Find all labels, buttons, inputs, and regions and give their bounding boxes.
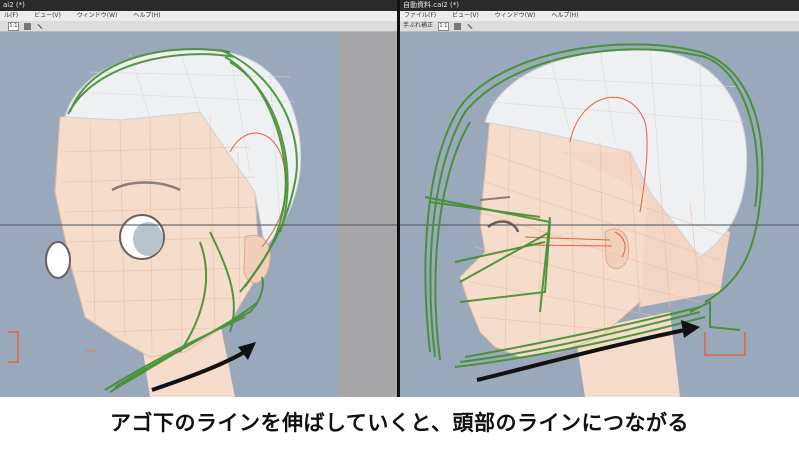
right-viewport[interactable]: [400, 32, 799, 397]
left-menu-view[interactable]: ビュー(V): [34, 12, 61, 19]
right-stabilizer-value[interactable]: 1:1: [437, 22, 449, 31]
right-drawing-canvas: [400, 32, 799, 397]
left-viewport[interactable]: [0, 32, 397, 397]
left-drawing-canvas: [0, 32, 397, 397]
right-menu-file[interactable]: ファイル(F): [404, 12, 436, 19]
right-stabilizer-label: 手ぶれ補正: [403, 22, 434, 29]
right-canvas-window: 自動資料.cai2 (*) ファイル(F) ビュー(V) ウィンドウ(W) ヘル…: [400, 0, 799, 397]
left-line-tool-icon[interactable]: [37, 24, 43, 29]
left-eye-2: [45, 241, 71, 279]
right-title-bar: 自動資料.cai2 (*): [400, 0, 799, 11]
left-menu-help[interactable]: ヘルプ(H): [133, 12, 160, 19]
caption-text: アゴ下のラインを伸ばしていくと、頭部のラインにつながる: [0, 397, 799, 450]
left-side-panel: [338, 32, 397, 397]
right-menu-view[interactable]: ビュー(V): [452, 12, 479, 19]
left-menu-window[interactable]: ウィンドウ(W): [77, 12, 118, 19]
right-window-title: 自動資料.cai2 (*): [403, 1, 459, 9]
left-canvas-window: ai2 (*) ル(F) ビュー(V) ウィンドウ(W) ヘルプ(H) 1:1: [0, 0, 397, 397]
right-line-tool-icon[interactable]: [467, 24, 473, 29]
left-color-swatch-icon[interactable]: [23, 23, 31, 30]
left-window-title: ai2 (*): [3, 1, 25, 9]
left-title-bar: ai2 (*): [0, 0, 397, 11]
right-menu-window[interactable]: ウィンドウ(W): [495, 12, 536, 19]
left-menu-bar: ル(F) ビュー(V) ウィンドウ(W) ヘルプ(H): [0, 11, 397, 21]
right-color-swatch-icon[interactable]: [453, 23, 461, 30]
left-menu-file[interactable]: ル(F): [4, 12, 18, 19]
right-menu-bar: ファイル(F) ビュー(V) ウィンドウ(W) ヘルプ(H): [400, 11, 799, 21]
right-toolbar: 手ぶれ補正 1:1: [400, 21, 799, 32]
left-iris: [133, 222, 163, 256]
right-menu-help[interactable]: ヘルプ(H): [551, 12, 578, 19]
left-toolbar: 1:1: [0, 21, 397, 32]
left-stabilizer-value[interactable]: 1:1: [7, 22, 19, 31]
